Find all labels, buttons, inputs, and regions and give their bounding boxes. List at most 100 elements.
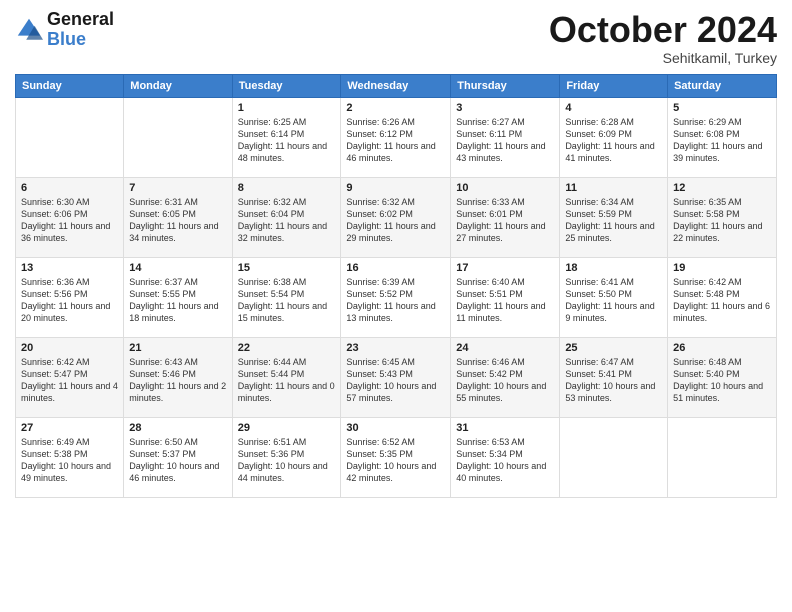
day-cell: 15 Sunrise: 6:38 AM Sunset: 5:54 PM Dayli… bbox=[232, 257, 341, 337]
day-number: 26 bbox=[673, 342, 771, 354]
day-cell: 12 Sunrise: 6:35 AM Sunset: 5:58 PM Dayli… bbox=[668, 177, 777, 257]
day-cell bbox=[560, 417, 668, 497]
day-number: 25 bbox=[565, 342, 662, 354]
day-info: Sunrise: 6:34 AM Sunset: 5:59 PM Dayligh… bbox=[565, 196, 662, 245]
day-cell: 14 Sunrise: 6:37 AM Sunset: 5:55 PM Dayli… bbox=[124, 257, 232, 337]
day-info: Sunrise: 6:38 AM Sunset: 5:54 PM Dayligh… bbox=[238, 276, 336, 325]
day-info: Sunrise: 6:32 AM Sunset: 6:04 PM Dayligh… bbox=[238, 196, 336, 245]
day-number: 20 bbox=[21, 342, 118, 354]
day-cell: 22 Sunrise: 6:44 AM Sunset: 5:44 PM Dayli… bbox=[232, 337, 341, 417]
day-info: Sunrise: 6:41 AM Sunset: 5:50 PM Dayligh… bbox=[565, 276, 662, 325]
logo: General Blue bbox=[15, 10, 114, 50]
week-row-1: 1Sunrise: 6:25 AM Sunset: 6:14 PM Daylig… bbox=[16, 97, 777, 177]
col-header-tuesday: Tuesday bbox=[232, 74, 341, 97]
day-cell: 3Sunrise: 6:27 AM Sunset: 6:11 PM Daylig… bbox=[451, 97, 560, 177]
day-cell: 8 Sunrise: 6:32 AM Sunset: 6:04 PM Daylig… bbox=[232, 177, 341, 257]
day-cell: 28Sunrise: 6:50 AM Sunset: 5:37 PM Dayli… bbox=[124, 417, 232, 497]
day-info: Sunrise: 6:43 AM Sunset: 5:46 PM Dayligh… bbox=[129, 356, 226, 405]
day-info: Sunrise: 6:40 AM Sunset: 5:51 PM Dayligh… bbox=[456, 276, 554, 325]
day-info: Sunrise: 6:36 AM Sunset: 5:56 PM Dayligh… bbox=[21, 276, 118, 325]
day-cell: 20 Sunrise: 6:42 AM Sunset: 5:47 PM Dayli… bbox=[16, 337, 124, 417]
day-cell: 24 Sunrise: 6:46 AM Sunset: 5:42 PM Dayli… bbox=[451, 337, 560, 417]
day-info: Sunrise: 6:32 AM Sunset: 6:02 PM Dayligh… bbox=[346, 196, 445, 245]
day-cell: 18 Sunrise: 6:41 AM Sunset: 5:50 PM Dayli… bbox=[560, 257, 668, 337]
week-row-4: 20 Sunrise: 6:42 AM Sunset: 5:47 PM Dayli… bbox=[16, 337, 777, 417]
day-number: 2 bbox=[346, 102, 445, 114]
location-subtitle: Sehitkamil, Turkey bbox=[549, 50, 777, 66]
day-number: 27 bbox=[21, 422, 118, 434]
day-cell: 17 Sunrise: 6:40 AM Sunset: 5:51 PM Dayli… bbox=[451, 257, 560, 337]
day-number: 8 bbox=[238, 182, 336, 194]
day-number: 24 bbox=[456, 342, 554, 354]
day-cell: 19 Sunrise: 6:42 AM Sunset: 5:48 PM Dayli… bbox=[668, 257, 777, 337]
day-cell: 31 Sunrise: 6:53 AM Sunset: 5:34 PM Dayli… bbox=[451, 417, 560, 497]
day-info: Sunrise: 6:29 AM Sunset: 6:08 PM Dayligh… bbox=[673, 116, 771, 165]
calendar-table: SundayMondayTuesdayWednesdayThursdayFrid… bbox=[15, 74, 777, 498]
day-cell: 16 Sunrise: 6:39 AM Sunset: 5:52 PM Dayli… bbox=[341, 257, 451, 337]
day-info: Sunrise: 6:42 AM Sunset: 5:47 PM Dayligh… bbox=[21, 356, 118, 405]
day-info: Sunrise: 6:48 AM Sunset: 5:40 PM Dayligh… bbox=[673, 356, 771, 405]
day-number: 15 bbox=[238, 262, 336, 274]
day-cell: 4Sunrise: 6:28 AM Sunset: 6:09 PM Daylig… bbox=[560, 97, 668, 177]
col-header-friday: Friday bbox=[560, 74, 668, 97]
day-cell bbox=[124, 97, 232, 177]
day-info: Sunrise: 6:52 AM Sunset: 5:35 PM Dayligh… bbox=[346, 436, 445, 485]
day-cell: 2 Sunrise: 6:26 AM Sunset: 6:12 PM Daylig… bbox=[341, 97, 451, 177]
day-info: Sunrise: 6:26 AM Sunset: 6:12 PM Dayligh… bbox=[346, 116, 445, 165]
day-cell: 11Sunrise: 6:34 AM Sunset: 5:59 PM Dayli… bbox=[560, 177, 668, 257]
day-number: 19 bbox=[673, 262, 771, 274]
day-info: Sunrise: 6:42 AM Sunset: 5:48 PM Dayligh… bbox=[673, 276, 771, 325]
col-header-saturday: Saturday bbox=[668, 74, 777, 97]
month-title: October 2024 bbox=[549, 10, 777, 50]
day-number: 1 bbox=[238, 102, 336, 114]
day-cell: 23 Sunrise: 6:45 AM Sunset: 5:43 PM Dayli… bbox=[341, 337, 451, 417]
day-number: 28 bbox=[129, 422, 226, 434]
day-number: 23 bbox=[346, 342, 445, 354]
day-cell: 9 Sunrise: 6:32 AM Sunset: 6:02 PM Daylig… bbox=[341, 177, 451, 257]
day-info: Sunrise: 6:35 AM Sunset: 5:58 PM Dayligh… bbox=[673, 196, 771, 245]
day-cell: 27 Sunrise: 6:49 AM Sunset: 5:38 PM Dayli… bbox=[16, 417, 124, 497]
page: General Blue October 2024 Sehitkamil, Tu… bbox=[0, 0, 792, 612]
day-number: 22 bbox=[238, 342, 336, 354]
col-header-monday: Monday bbox=[124, 74, 232, 97]
day-number: 18 bbox=[565, 262, 662, 274]
day-info: Sunrise: 6:46 AM Sunset: 5:42 PM Dayligh… bbox=[456, 356, 554, 405]
day-info: Sunrise: 6:53 AM Sunset: 5:34 PM Dayligh… bbox=[456, 436, 554, 485]
week-row-2: 6Sunrise: 6:30 AM Sunset: 6:06 PM Daylig… bbox=[16, 177, 777, 257]
day-info: Sunrise: 6:51 AM Sunset: 5:36 PM Dayligh… bbox=[238, 436, 336, 485]
day-info: Sunrise: 6:44 AM Sunset: 5:44 PM Dayligh… bbox=[238, 356, 336, 405]
day-cell: 30 Sunrise: 6:52 AM Sunset: 5:35 PM Dayli… bbox=[341, 417, 451, 497]
week-row-5: 27 Sunrise: 6:49 AM Sunset: 5:38 PM Dayli… bbox=[16, 417, 777, 497]
title-area: October 2024 Sehitkamil, Turkey bbox=[549, 10, 777, 66]
day-number: 12 bbox=[673, 182, 771, 194]
day-number: 31 bbox=[456, 422, 554, 434]
col-header-sunday: Sunday bbox=[16, 74, 124, 97]
day-cell: 5Sunrise: 6:29 AM Sunset: 6:08 PM Daylig… bbox=[668, 97, 777, 177]
day-cell bbox=[668, 417, 777, 497]
day-info: Sunrise: 6:39 AM Sunset: 5:52 PM Dayligh… bbox=[346, 276, 445, 325]
col-header-thursday: Thursday bbox=[451, 74, 560, 97]
day-cell: 10Sunrise: 6:33 AM Sunset: 6:01 PM Dayli… bbox=[451, 177, 560, 257]
day-cell: 7Sunrise: 6:31 AM Sunset: 6:05 PM Daylig… bbox=[124, 177, 232, 257]
logo-general: General bbox=[47, 10, 114, 30]
day-info: Sunrise: 6:49 AM Sunset: 5:38 PM Dayligh… bbox=[21, 436, 118, 485]
logo-blue: Blue bbox=[47, 30, 114, 50]
day-info: Sunrise: 6:45 AM Sunset: 5:43 PM Dayligh… bbox=[346, 356, 445, 405]
day-info: Sunrise: 6:47 AM Sunset: 5:41 PM Dayligh… bbox=[565, 356, 662, 405]
day-cell bbox=[16, 97, 124, 177]
day-number: 9 bbox=[346, 182, 445, 194]
day-cell: 26 Sunrise: 6:48 AM Sunset: 5:40 PM Dayli… bbox=[668, 337, 777, 417]
day-number: 21 bbox=[129, 342, 226, 354]
calendar-header-row: SundayMondayTuesdayWednesdayThursdayFrid… bbox=[16, 74, 777, 97]
day-cell: 21 Sunrise: 6:43 AM Sunset: 5:46 PM Dayli… bbox=[124, 337, 232, 417]
day-number: 14 bbox=[129, 262, 226, 274]
week-row-3: 13Sunrise: 6:36 AM Sunset: 5:56 PM Dayli… bbox=[16, 257, 777, 337]
day-info: Sunrise: 6:31 AM Sunset: 6:05 PM Dayligh… bbox=[129, 196, 226, 245]
day-number: 17 bbox=[456, 262, 554, 274]
day-info: Sunrise: 6:37 AM Sunset: 5:55 PM Dayligh… bbox=[129, 276, 226, 325]
day-info: Sunrise: 6:28 AM Sunset: 6:09 PM Dayligh… bbox=[565, 116, 662, 165]
header: General Blue October 2024 Sehitkamil, Tu… bbox=[15, 10, 777, 66]
day-number: 30 bbox=[346, 422, 445, 434]
day-number: 16 bbox=[346, 262, 445, 274]
day-cell: 13Sunrise: 6:36 AM Sunset: 5:56 PM Dayli… bbox=[16, 257, 124, 337]
